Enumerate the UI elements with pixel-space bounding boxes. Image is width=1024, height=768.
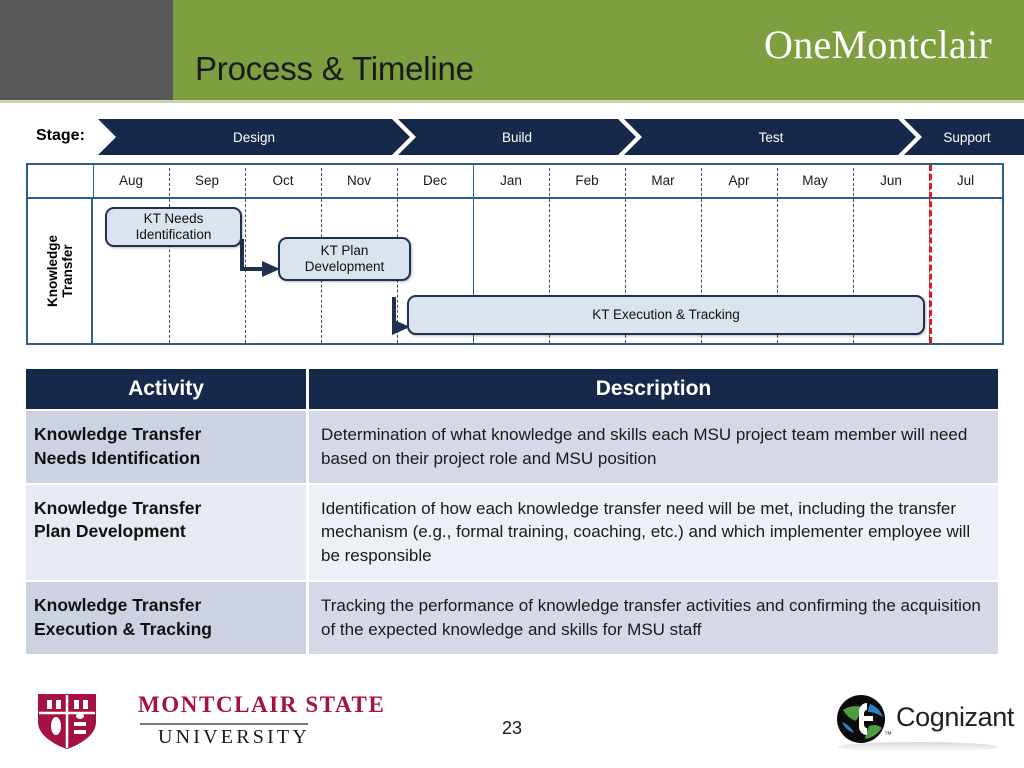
month-cell-apr: Apr <box>728 173 750 188</box>
milestone-marker-line <box>929 165 932 343</box>
page-title: Process & Timeline <box>195 50 474 87</box>
task-label: KT Execution & Tracking <box>592 306 740 322</box>
table-row: Knowledge Transfer Plan Development Iden… <box>26 482 998 580</box>
task-label-line1: KT Needs <box>143 210 204 226</box>
month-cell-jul: Jul <box>956 173 975 188</box>
activity-description-table: Activity Description Knowledge Transfer … <box>26 369 998 654</box>
stage-label: Stage: <box>36 127 85 144</box>
task-label-line2: Identification <box>135 227 212 242</box>
timeline-months-row: Aug Sep Oct Nov Dec Jan Feb Mar Apr May … <box>28 165 1002 199</box>
activity-line1: Knowledge Transfer <box>34 594 202 615</box>
task-label-line1: KT Plan <box>320 242 369 258</box>
cognizant-globe-icon <box>837 695 885 743</box>
month-cell-mar: Mar <box>651 173 675 188</box>
stage-chevron-label-test: Test <box>759 130 784 145</box>
month-cell-may: May <box>802 173 828 188</box>
header-divider <box>0 100 1024 103</box>
activity-line1: Knowledge Transfer <box>34 497 202 518</box>
month-cell-jun: Jun <box>880 173 902 188</box>
month-cell-jan: Jan <box>500 173 522 188</box>
slide-header: Process & Timeline OneMontclair <box>0 0 1024 100</box>
month-cell-sep: Sep <box>194 173 220 188</box>
table-cell-activity: Knowledge Transfer Execution & Tracking <box>26 581 306 654</box>
month-cell-dec: Dec <box>422 173 447 188</box>
month-cell-nov: Nov <box>346 173 371 188</box>
table-cell-description: Identification of how each knowledge tra… <box>306 484 998 580</box>
table-cell-activity: Knowledge Transfer Plan Development <box>26 484 306 580</box>
stage-chevron-bar: Design Build Test Support <box>98 119 1024 155</box>
table-row: Knowledge Transfer Needs Identification … <box>26 409 998 483</box>
logo-reflection <box>838 742 998 752</box>
timeline-grid: Aug Sep Oct Nov Dec Jan Feb Mar Apr May … <box>26 163 1004 345</box>
activity-line2: Execution & Tracking <box>34 618 212 639</box>
month-cell-feb: Feb <box>575 173 599 188</box>
task-label-line2: Development <box>304 259 385 274</box>
stage-chevron-label-build: Build <box>502 130 532 145</box>
table-cell-description: Determination of what knowledge and skil… <box>306 411 998 483</box>
table-header-description: Description <box>306 369 998 409</box>
month-cell-oct: Oct <box>272 173 294 188</box>
activity-line2: Needs Identification <box>34 447 201 468</box>
activity-line2: Plan Development <box>34 521 186 542</box>
table-header-activity: Activity <box>128 377 204 400</box>
month-cell-aug: Aug <box>118 173 144 188</box>
msu-wordmark: MONTCLAIR STATE <box>138 692 386 717</box>
table-row: Knowledge Transfer Execution & Tracking … <box>26 579 998 654</box>
header-gray-block <box>0 0 173 100</box>
task-box-kt-plan-development[interactable]: KT Plan Development <box>278 237 411 281</box>
stage-chevron-label-design: Design <box>233 130 275 145</box>
connector-needs-to-plan <box>240 239 264 271</box>
activity-line1: Knowledge Transfer <box>34 424 202 444</box>
task-box-kt-needs-identification[interactable]: KT Needs Identification <box>105 207 242 247</box>
table-cell-description: Tracking the performance of knowledge tr… <box>306 581 998 654</box>
cognizant-wordmark: Cognizant <box>896 702 1014 732</box>
table-cell-activity: Knowledge Transfer Needs Identification <box>26 411 306 483</box>
cognizant-logo: ™ Cognizant <box>834 694 1014 752</box>
stage-chevron-label-support: Support <box>943 130 991 145</box>
table-header-row: Activity Description <box>26 369 998 409</box>
brand-logo-onemontclair: OneMontclair <box>764 22 992 67</box>
task-box-kt-execution-tracking[interactable]: KT Execution & Tracking <box>407 295 925 335</box>
trademark-symbol: ™ <box>884 730 892 739</box>
